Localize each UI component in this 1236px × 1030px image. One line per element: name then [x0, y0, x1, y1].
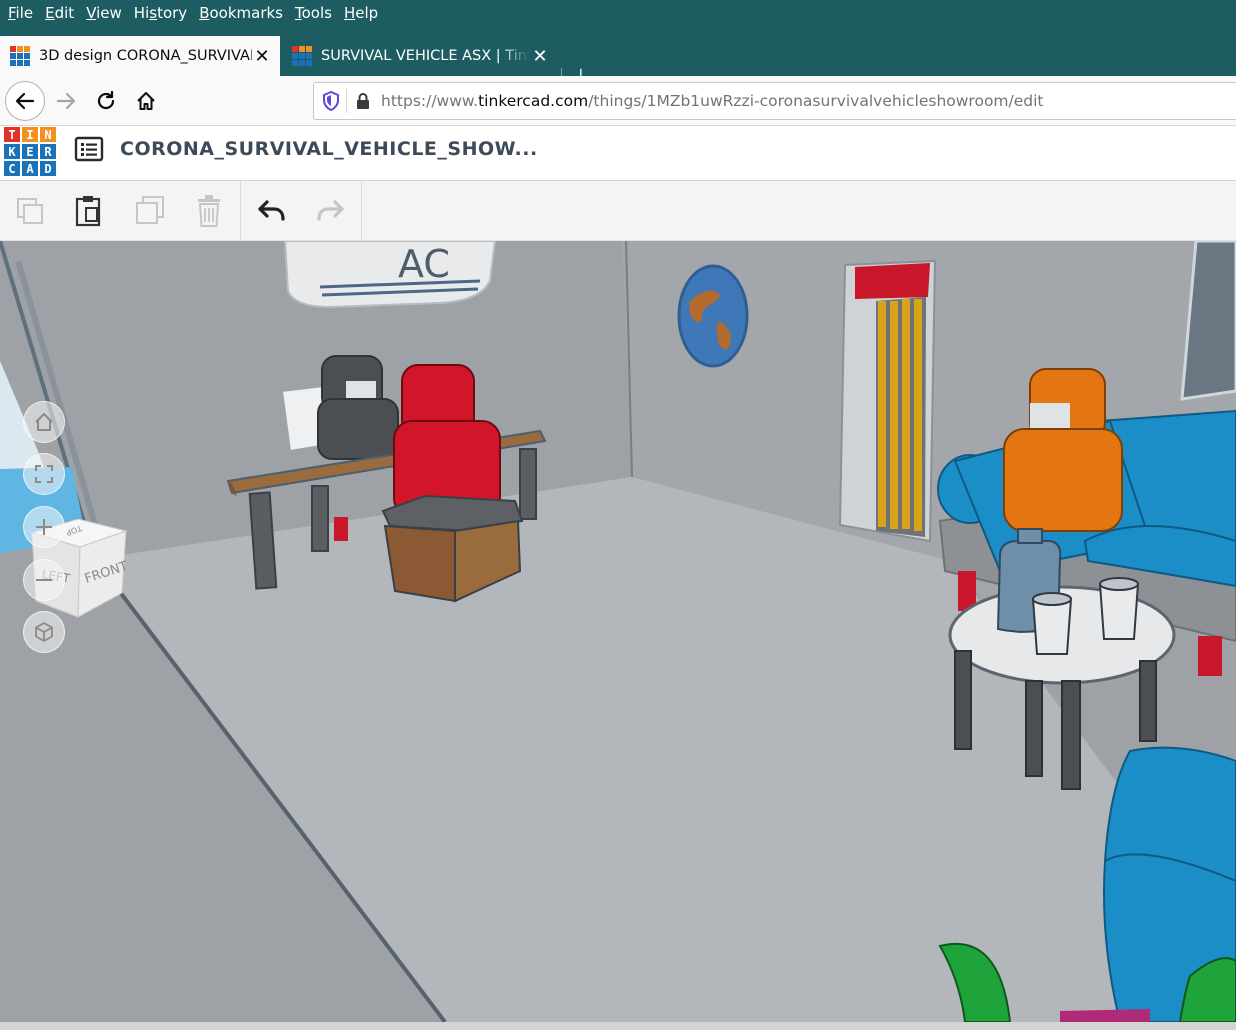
url-bar[interactable]: https://www.tinkercad.com/things/1MZb1uw… — [313, 82, 1236, 120]
delete-icon — [198, 195, 220, 227]
close-tab-icon[interactable]: ✕ — [252, 46, 272, 67]
close-tab-icon[interactable]: ✕ — [530, 46, 550, 67]
back-arrow-icon — [15, 92, 35, 110]
bottom-strip — [0, 1022, 1236, 1030]
tinkercad-logo[interactable]: TIN KER CAD — [3, 126, 57, 178]
undo-button[interactable] — [252, 191, 292, 231]
menu-edit[interactable]: Edit — [41, 4, 78, 22]
tinkercad-favicon-icon — [10, 46, 30, 66]
cup — [1098, 583, 1140, 640]
tab-3d-design[interactable]: 3D design CORONA_SURVIVAL ✕ — [0, 36, 280, 76]
tab-survival-vehicle[interactable]: SURVIVAL VEHICLE ASX | Tinkercad ✕ — [282, 36, 558, 76]
redo-icon — [317, 200, 344, 221]
air-conditioner — [283, 241, 497, 309]
stool — [383, 524, 456, 603]
list-icon — [74, 136, 104, 162]
forward-button[interactable] — [46, 81, 86, 121]
logo-letter: I — [21, 126, 39, 143]
menu-help[interactable]: Help — [340, 4, 382, 22]
copy-icon — [17, 198, 43, 224]
perspective-button[interactable] — [23, 611, 65, 653]
toolbar-divider — [240, 181, 241, 241]
undo-icon — [258, 200, 285, 221]
zoom-in-icon — [36, 519, 52, 535]
tab-title: 3D design CORONA_SURVIVAL — [39, 48, 252, 64]
logo-letter: T — [3, 126, 21, 143]
url-host: tinkercad.com — [478, 92, 589, 110]
logo-letter: A — [21, 160, 39, 177]
tracking-protection-icon[interactable] — [322, 91, 340, 111]
scene-render[interactable]: AC — [0, 241, 1236, 1022]
menu-file[interactable]: File — [4, 4, 37, 22]
url-divider — [346, 89, 347, 113]
url-path: /things/1MZb1uwRzzi-coronasurvivalvehicl… — [588, 92, 1044, 110]
menu-tools[interactable]: Tools — [291, 4, 336, 22]
navigation-bar: https://www.tinkercad.com/things/1MZb1uw… — [0, 76, 1236, 126]
fit-view-button[interactable] — [23, 453, 65, 495]
world-map-clock — [677, 264, 749, 368]
logo-letter: N — [39, 126, 57, 143]
logo-letter: K — [3, 143, 21, 160]
reload-button[interactable] — [86, 81, 126, 121]
tinkercad-header: TIN KER CAD CORONA_SURVIVAL_VEHICLE_SHOW..… — [0, 126, 1236, 181]
tab-title: SURVIVAL VEHICLE ASX | Tinkercad — [321, 48, 530, 64]
reload-icon — [97, 90, 115, 110]
home-view-button[interactable] — [23, 401, 65, 443]
menu-view[interactable]: View — [82, 4, 126, 22]
delete-button[interactable] — [189, 191, 229, 231]
zoom-out-icon — [36, 579, 52, 581]
redo-button[interactable] — [310, 191, 350, 231]
paste-icon — [75, 196, 101, 227]
fit-view-icon — [35, 465, 53, 483]
logo-letter: D — [39, 160, 57, 177]
ac-label: AC — [398, 242, 450, 286]
zoom-out-button[interactable] — [23, 559, 65, 601]
zoom-in-button[interactable] — [23, 506, 65, 548]
duplicate-button[interactable] — [130, 191, 170, 231]
menu-history[interactable]: History — [130, 4, 191, 22]
perspective-icon — [35, 622, 53, 642]
edit-toolbar — [0, 181, 1236, 241]
home-button[interactable] — [126, 81, 166, 121]
3d-viewport[interactable]: AC FRONT TOP — [0, 241, 1236, 1022]
logo-letter: C — [3, 160, 21, 177]
toolbar-divider — [361, 181, 362, 241]
copy-button[interactable] — [10, 191, 50, 231]
home-icon — [137, 92, 155, 110]
logo-letter: E — [21, 143, 39, 160]
menu-bar: File Edit View History Bookmarks Tools Help — [0, 0, 1236, 26]
home-view-icon — [35, 413, 53, 431]
cup — [1031, 598, 1073, 655]
duplicate-icon — [136, 196, 164, 224]
url-prefix: https://www. — [381, 92, 479, 110]
back-button[interactable] — [5, 81, 45, 121]
url-text[interactable]: https://www.tinkercad.com/things/1MZb1uw… — [381, 92, 1044, 110]
tinkercad-favicon-icon — [292, 46, 312, 66]
design-title[interactable]: CORONA_SURVIVAL_VEHICLE_SHOW... — [120, 138, 538, 160]
forward-arrow-icon — [56, 92, 76, 110]
tab-strip: 3D design CORONA_SURVIVAL ✕ SURVIVAL VEH… — [0, 26, 1236, 94]
menu-bookmarks[interactable]: Bookmarks — [195, 4, 287, 22]
logo-letter: R — [39, 143, 57, 160]
lock-icon[interactable] — [355, 92, 371, 110]
design-list-button[interactable] — [72, 134, 106, 164]
paste-button[interactable] — [68, 191, 108, 231]
